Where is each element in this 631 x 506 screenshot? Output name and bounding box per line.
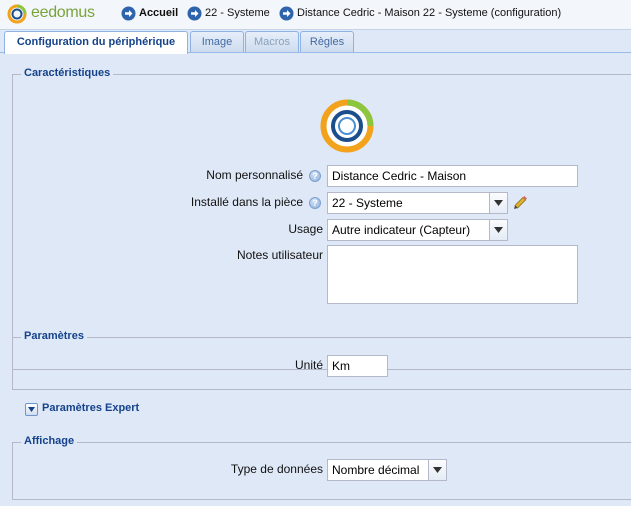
chevron-down-icon <box>28 407 35 412</box>
help-icon[interactable]: ? <box>309 197 321 209</box>
arrow-right-circle-icon <box>279 6 294 21</box>
notes-label: Notes utilisateur <box>236 248 323 262</box>
notes-textarea[interactable] <box>327 245 578 304</box>
logo-text: eedomus <box>31 4 95 21</box>
room-select[interactable]: 22 - Systeme <box>327 192 508 214</box>
room-select-value: 22 - Systeme <box>332 196 403 210</box>
config-panel: Caractéristiques Nom personnalisé ? Inst… <box>0 53 631 506</box>
tab-macros: Macros <box>245 31 299 52</box>
name-input[interactable] <box>327 165 578 187</box>
ring-gauge-icon <box>320 99 374 153</box>
arrow-right-circle-icon <box>121 6 136 21</box>
expert-legend[interactable]: Paramètres Expert <box>42 402 139 414</box>
name-label: Nom personnalisé <box>206 168 303 182</box>
pencil-edit-icon[interactable] <box>512 194 528 210</box>
help-icon[interactable]: ? <box>309 170 321 182</box>
datatype-select[interactable]: Nombre décimal <box>327 459 447 481</box>
tab-strip: Configuration du périphérique Image Macr… <box>0 30 631 54</box>
breadcrumb-room-label: 22 - Systeme <box>205 7 270 19</box>
usage-select[interactable]: Autre indicateur (Capteur) <box>327 219 508 241</box>
top-bar: eedomus Accueil 22 - Systeme Distance Ce… <box>0 0 631 30</box>
characteristics-legend: Caractéristiques <box>21 67 114 79</box>
usage-select-value: Autre indicateur (Capteur) <box>332 223 471 237</box>
datatype-select-value: Nombre décimal <box>332 463 420 477</box>
chevron-down-icon[interactable] <box>489 193 507 213</box>
parameters-legend: Paramètres <box>21 330 87 342</box>
display-legend: Affichage <box>21 435 78 447</box>
unit-label: Unité <box>294 358 323 372</box>
chevron-down-icon[interactable] <box>428 460 446 480</box>
datatype-label: Type de données <box>230 462 323 476</box>
breadcrumb-device-label: Distance Cedric - Maison 22 - Systeme (c… <box>297 7 562 19</box>
usage-label: Usage <box>288 222 323 236</box>
tab-image[interactable]: Image <box>190 31 244 52</box>
arrow-right-circle-icon <box>187 6 202 21</box>
unit-input[interactable] <box>327 355 388 377</box>
breadcrumb-home-label: Accueil <box>139 7 179 19</box>
expert-toggle-button[interactable] <box>25 403 38 416</box>
room-label: Installé dans la pièce <box>190 195 303 209</box>
tab-configuration[interactable]: Configuration du périphérique <box>4 31 188 54</box>
eedomus-logo-icon <box>7 4 27 24</box>
chevron-down-icon[interactable] <box>489 220 507 240</box>
tab-rules[interactable]: Règles <box>300 31 354 52</box>
